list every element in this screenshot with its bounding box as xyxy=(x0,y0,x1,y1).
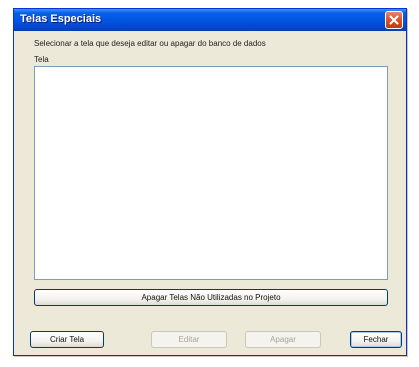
window-title: Telas Especiais xyxy=(20,13,102,25)
create-screen-button[interactable]: Criar Tela xyxy=(30,331,104,348)
delete-button[interactable]: Apagar xyxy=(245,331,321,348)
close-button[interactable]: Fechar xyxy=(350,331,402,348)
delete-unused-screens-button[interactable]: Apagar Telas Não Utilizadas no Projeto xyxy=(34,289,388,306)
edit-button[interactable]: Editar xyxy=(151,331,227,348)
close-window-button[interactable] xyxy=(385,11,403,29)
close-icon xyxy=(389,15,399,25)
screen-list[interactable] xyxy=(34,66,388,280)
screen-list-label: Tela xyxy=(34,55,49,64)
special-screens-dialog: Telas Especiais Selecionar a tela que de… xyxy=(13,8,407,356)
title-bar[interactable]: Telas Especiais xyxy=(14,9,406,31)
instruction-text: Selecionar a tela que deseja editar ou a… xyxy=(34,39,266,48)
